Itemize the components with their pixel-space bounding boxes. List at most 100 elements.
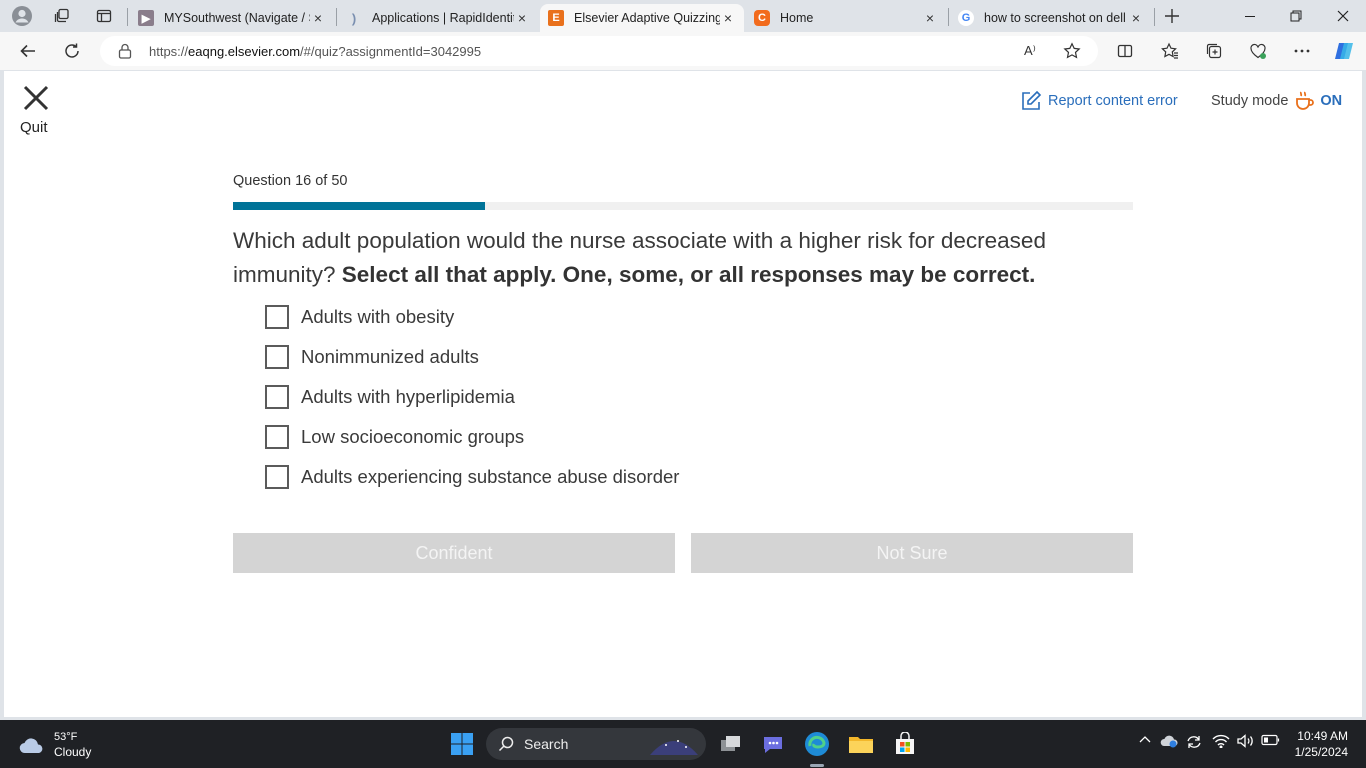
minimize-icon[interactable]	[1227, 0, 1273, 32]
favorites-icon[interactable]	[1156, 37, 1184, 65]
battery-icon[interactable]	[1261, 734, 1281, 749]
rapididentity-favicon-icon: )	[351, 10, 357, 26]
teams-chat-icon[interactable]	[757, 728, 789, 760]
volume-icon[interactable]	[1236, 734, 1254, 751]
question-instruction: Select all that apply. One, some, or all…	[341, 262, 1036, 287]
answer-choice-label[interactable]: Nonimmunized adults	[301, 346, 479, 368]
collections-icon[interactable]	[1200, 37, 1228, 65]
tab-home[interactable]: C Home ×	[746, 4, 946, 32]
answer-choice-label[interactable]: Low socioeconomic groups	[301, 426, 524, 448]
back-arrow-icon[interactable]	[14, 37, 42, 65]
tab-close-icon[interactable]: ×	[514, 10, 530, 26]
quiz-page: Quit Report content error Study mode ON …	[4, 71, 1362, 717]
mysouthwest-favicon-icon: ▶	[138, 10, 154, 26]
answer-choice[interactable]: Nonimmunized adults	[265, 337, 679, 377]
weather-condition: Cloudy	[54, 745, 92, 759]
answer-checkbox[interactable]	[265, 345, 289, 369]
browser-essentials-icon[interactable]	[1244, 37, 1272, 65]
tab-close-icon[interactable]: ×	[1128, 10, 1144, 26]
search-icon	[498, 736, 514, 752]
study-mode-toggle[interactable]: Study mode ON	[1211, 90, 1342, 112]
new-tab-icon[interactable]	[1160, 4, 1184, 28]
favorite-star-icon[interactable]	[1063, 42, 1081, 65]
taskbar-search-box[interactable]: Search	[486, 728, 706, 760]
answer-choice[interactable]: Adults experiencing substance abuse diso…	[265, 457, 679, 497]
search-label: Search	[524, 736, 569, 752]
tab-title: how to screenshot on dell	[984, 11, 1126, 25]
tab-actions-icon[interactable]	[92, 4, 116, 28]
report-content-error-link[interactable]: Report content error	[1020, 90, 1178, 112]
task-view-icon[interactable]	[714, 728, 746, 760]
answer-checkbox[interactable]	[265, 385, 289, 409]
tab-title: Elsevier Adaptive Quizzing	[574, 11, 720, 25]
coffee-cup-icon	[1296, 91, 1315, 110]
profile-icon[interactable]	[10, 4, 34, 28]
answer-choice-label[interactable]: Adults experiencing substance abuse diso…	[301, 466, 679, 488]
answer-choice-label[interactable]: Adults with obesity	[301, 306, 454, 328]
microsoft-store-icon[interactable]	[889, 728, 921, 760]
tab-title: MYSouthwest (Navigate / S	[164, 11, 310, 25]
file-explorer-icon[interactable]	[845, 728, 877, 760]
weather-temperature: 53°F	[54, 731, 78, 743]
clock-time: 10:49 AM	[1297, 729, 1348, 743]
study-mode-state: ON	[1320, 93, 1343, 109]
windows-taskbar: 53°F Cloudy Search 10:49 AM 1/25/2024	[0, 720, 1366, 768]
read-aloud-icon[interactable]: A⁾	[1024, 43, 1036, 59]
address-bar[interactable]: https://eaqng.elsevier.com/#/quiz?assign…	[100, 36, 1098, 66]
answer-checkbox[interactable]	[265, 465, 289, 489]
answer-checkbox[interactable]	[265, 305, 289, 329]
question-stem: Which adult population would the nurse a…	[233, 224, 1133, 292]
clock-date: 1/25/2024	[1294, 745, 1348, 759]
close-window-icon[interactable]	[1320, 0, 1366, 32]
google-favicon-icon: G	[958, 10, 974, 26]
wifi-icon[interactable]	[1212, 734, 1230, 751]
onedrive-icon[interactable]	[1160, 734, 1180, 751]
search-highlight-icon	[650, 740, 698, 755]
browser-tab-strip: ▶ MYSouthwest (Navigate / S × ) Applicat…	[0, 0, 1366, 32]
answer-choice[interactable]: Adults with obesity	[265, 297, 679, 337]
workspaces-icon[interactable]	[50, 4, 74, 28]
edge-browser-icon[interactable]	[801, 728, 833, 760]
tab-title: Home	[780, 11, 814, 25]
answer-checkbox[interactable]	[265, 425, 289, 449]
lock-icon[interactable]	[118, 43, 132, 64]
canvas-favicon-icon: C	[754, 10, 770, 26]
active-app-indicator	[810, 764, 824, 767]
answer-choice[interactable]: Adults with hyperlipidemia	[265, 377, 679, 417]
tab-mysouthwest[interactable]: ▶ MYSouthwest (Navigate / S ×	[130, 4, 334, 32]
close-x-icon[interactable]	[23, 85, 49, 111]
show-hidden-icons-chevron-icon[interactable]	[1139, 734, 1151, 749]
progress-bar	[233, 202, 1133, 210]
edit-icon	[1022, 90, 1042, 110]
quit-button[interactable]	[20, 85, 52, 116]
cloud-icon	[19, 738, 43, 754]
progress-bar-fill	[233, 202, 485, 210]
url-text[interactable]: https://eaqng.elsevier.com/#/quiz?assign…	[149, 44, 481, 59]
refresh-icon[interactable]	[58, 37, 86, 65]
tab-close-icon[interactable]: ×	[310, 10, 326, 26]
copilot-icon[interactable]	[1330, 37, 1358, 65]
tab-title: Applications | RapidIdentit	[372, 11, 514, 25]
system-clock[interactable]: 10:49 AM 1/25/2024	[1284, 728, 1348, 760]
split-screen-icon[interactable]	[1111, 37, 1139, 65]
answer-choice-label[interactable]: Adults with hyperlipidemia	[301, 386, 515, 408]
more-menu-icon[interactable]	[1288, 37, 1316, 65]
report-content-error-label: Report content error	[1048, 93, 1178, 109]
weather-widget[interactable]: 53°F Cloudy	[18, 730, 91, 760]
tab-elsevier-adaptive-quizzing[interactable]: E Elsevier Adaptive Quizzing ×	[540, 4, 744, 32]
answer-choice[interactable]: Low socioeconomic groups	[265, 417, 679, 457]
quit-label[interactable]: Quit	[20, 119, 48, 136]
start-icon[interactable]	[446, 728, 478, 760]
tab-close-icon[interactable]: ×	[720, 10, 736, 26]
tab-rapididentity[interactable]: ) Applications | RapidIdentit ×	[338, 4, 538, 32]
sync-icon[interactable]	[1185, 734, 1203, 753]
tab-close-icon[interactable]: ×	[922, 10, 938, 26]
not-sure-button[interactable]: Not Sure	[691, 533, 1133, 573]
restore-icon[interactable]	[1273, 0, 1319, 32]
browser-toolbar: https://eaqng.elsevier.com/#/quiz?assign…	[0, 32, 1366, 70]
elsevier-favicon-icon: E	[548, 10, 564, 26]
tab-google-search[interactable]: G how to screenshot on dell ×	[950, 4, 1152, 32]
question-counter: Question 16 of 50	[233, 173, 348, 189]
confident-button[interactable]: Confident	[233, 533, 675, 573]
answer-choices: Adults with obesity Nonimmunized adults …	[265, 297, 679, 497]
